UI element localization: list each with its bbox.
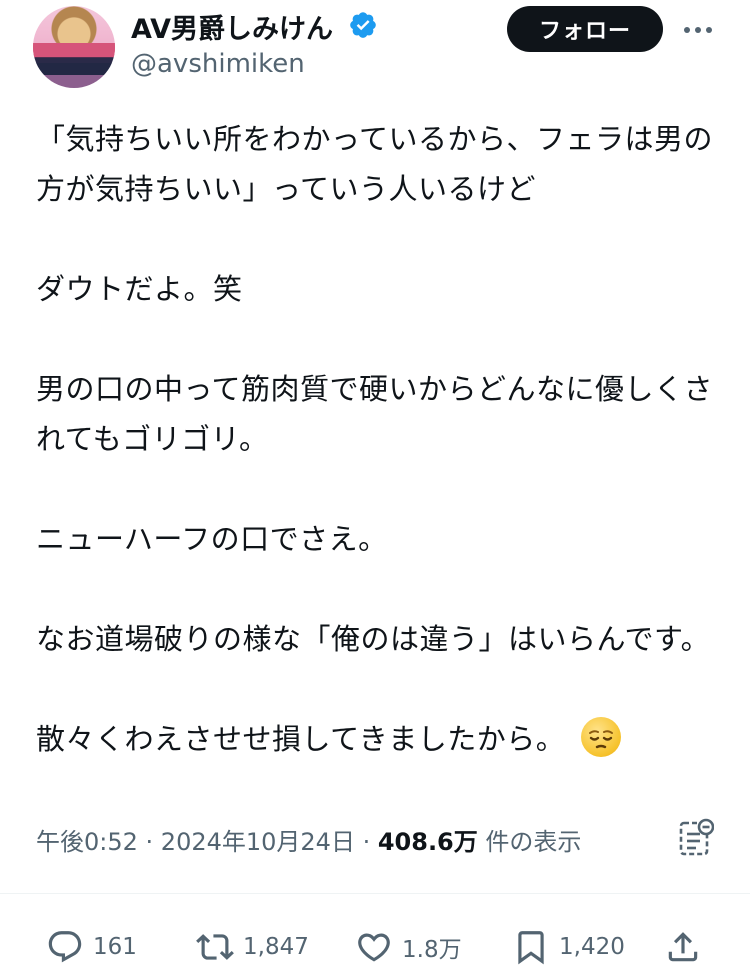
tweet-date[interactable]: 2024年10月24日 bbox=[161, 828, 355, 856]
reply-button[interactable]: 161 bbox=[46, 925, 137, 969]
meta-separator: · bbox=[137, 828, 161, 856]
tweet-time[interactable]: 午後0:52 bbox=[36, 828, 138, 856]
view-count-label: 件の表示 bbox=[477, 828, 582, 856]
avatar-decoration bbox=[33, 63, 115, 75]
share-icon bbox=[668, 932, 698, 962]
share-button[interactable] bbox=[664, 925, 702, 969]
display-name[interactable]: AV男爵しみけん bbox=[131, 7, 333, 46]
repost-icon bbox=[196, 934, 234, 960]
verified-badge-icon bbox=[350, 12, 376, 38]
pensive-face-icon bbox=[580, 717, 621, 757]
avatar[interactable] bbox=[33, 6, 115, 88]
bookmark-count: 1,420 bbox=[559, 934, 625, 960]
tweet-text-container: 「気持ちいい所をわかっているから、フェラは男の方が気持ちいい」っていう人いるけど… bbox=[36, 114, 736, 764]
tweet-meta: 午後0:52 · 2024年10月24日 · 408.6万 件の表示 bbox=[36, 822, 581, 857]
avatar-decoration bbox=[33, 43, 115, 57]
like-button[interactable]: 1.8万 bbox=[355, 925, 462, 969]
meta-separator: · bbox=[354, 828, 378, 856]
more-icon[interactable] bbox=[676, 14, 720, 46]
reply-icon bbox=[48, 931, 82, 963]
reply-count: 161 bbox=[93, 934, 137, 960]
like-count: 1.8万 bbox=[402, 937, 462, 963]
bookmark-icon bbox=[518, 931, 544, 965]
view-count: 408.6万 bbox=[377, 828, 478, 856]
user-handle[interactable]: @avshimiken bbox=[131, 49, 305, 79]
heart-icon bbox=[358, 933, 390, 962]
repost-button[interactable]: 1,847 bbox=[196, 925, 309, 969]
repost-count: 1,847 bbox=[243, 934, 309, 960]
follow-button[interactable]: フォロー bbox=[507, 6, 663, 52]
divider bbox=[0, 893, 750, 894]
tweet-text: 「気持ちいい所をわかっているから、フェラは男の方が気持ちいい」っていう人いるけど… bbox=[36, 122, 714, 756]
analytics-icon[interactable] bbox=[678, 818, 714, 858]
bookmark-button[interactable]: 1,420 bbox=[512, 925, 625, 969]
tweet-header: AV男爵しみけん @avshimiken フォロー bbox=[0, 0, 750, 100]
